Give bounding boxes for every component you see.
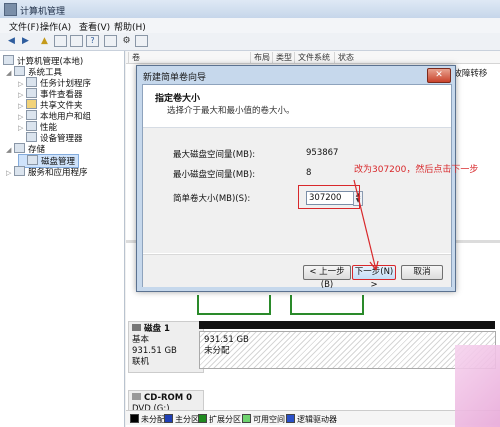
storage-icon (14, 143, 25, 153)
min-space-value: 8 (306, 168, 312, 178)
new-simple-volume-wizard: 新建简单卷向导 ✕ 指定卷大小 选择介于最大和最小值的卷大小。 最大磁盘空间量(… (136, 65, 456, 292)
collapse-arrow-icon: ▷ (18, 113, 24, 121)
max-space-label: 最大磁盘空间量(MB): (173, 150, 256, 160)
legend-swatch (242, 414, 251, 423)
settings-icon[interactable]: ⚙ (120, 35, 133, 47)
max-space-value: 953867 (306, 148, 339, 158)
collapse-arrow-icon: ▷ (18, 124, 24, 132)
menu-action[interactable]: 操作(A) (40, 20, 71, 33)
legend-swatch (286, 414, 295, 423)
menu-file[interactable]: 文件(F) (9, 20, 39, 33)
device-icon (26, 132, 37, 142)
cdrom-icon (132, 393, 141, 400)
up-icon[interactable]: ▲ (38, 35, 51, 47)
tools-icon (14, 66, 25, 76)
users-icon (26, 110, 37, 120)
col-filesystem[interactable]: 文件系统 (294, 52, 330, 63)
show-hide-tree-icon[interactable] (54, 35, 67, 47)
menu-bar: 文件(F) 操作(A) 查看(V) 帮助(H) (0, 18, 500, 34)
computer-icon (3, 55, 14, 65)
disk-icon (27, 155, 38, 165)
dialog-body: 指定卷大小 选择介于最大和最小值的卷大小。 最大磁盘空间量(MB): 95386… (142, 84, 452, 290)
collapse-arrow-icon: ▷ (18, 102, 24, 110)
collapse-arrow-icon: ▷ (18, 91, 24, 99)
legend-free-space: 可用空间 (242, 414, 285, 425)
col-type[interactable]: 类型 (272, 52, 292, 63)
cancel-button[interactable]: 取消 (401, 265, 443, 280)
selected-partition-outline-2 (290, 295, 364, 315)
dialog-footer: < 上一步(B) 下一步(N) > 取消 (143, 254, 451, 290)
legend-extended: 扩展分区 (198, 414, 241, 425)
col-status[interactable]: 状态 (334, 52, 354, 63)
window-title: 计算机管理 (20, 7, 66, 17)
tree-item-services[interactable]: ▷ 服务和应用程序 (6, 166, 88, 178)
collapse-arrow-icon: ▷ (18, 80, 24, 88)
back-icon[interactable]: ◀ (5, 35, 18, 47)
legend-unallocated: 未分配 (130, 414, 165, 425)
menu-help[interactable]: 帮助(H) (114, 20, 146, 33)
disk1-unallocated-volume[interactable]: 931.51 GB 未分配 (199, 331, 496, 369)
dialog-title: 新建简单卷向导 (143, 73, 207, 83)
properties-icon[interactable] (70, 35, 83, 47)
annotation-arrow (353, 179, 379, 271)
column-header: 卷 布局 类型 文件系统 状态 (126, 51, 500, 64)
expand-arrow-icon: ◢ (6, 146, 12, 154)
dialog-subheading: 选择介于最大和最小值的卷大小。 (167, 106, 295, 116)
close-icon[interactable]: ✕ (427, 68, 451, 83)
dialog-content: 最大磁盘空间量(MB): 953867 最小磁盘空间量(MB): 8 简单卷大小… (143, 128, 451, 253)
refresh-icon[interactable] (135, 35, 148, 47)
folder-icon (26, 99, 37, 109)
services-icon (14, 166, 25, 176)
col-volume[interactable]: 卷 (128, 52, 140, 63)
clock-icon (26, 77, 37, 87)
dialog-heading: 指定卷大小 (155, 94, 201, 104)
view-icon[interactable] (104, 35, 117, 47)
legend-swatch (164, 414, 173, 423)
expand-arrow-icon: ◢ (6, 69, 12, 77)
computer-management-icon (4, 3, 17, 16)
legend: 未分配 主分区 扩展分区 可用空间 逻辑驱动器 (126, 410, 500, 425)
dialog-header: 指定卷大小 选择介于最大和最小值的卷大小。 (143, 85, 451, 128)
menu-view[interactable]: 查看(V) (79, 20, 110, 33)
event-icon (26, 88, 37, 98)
legend-logical-drive: 逻辑驱动器 (286, 414, 337, 425)
forward-icon[interactable]: ▶ (19, 35, 32, 47)
toolbar: ◀ ▶ ▲ ? ⚙ (0, 33, 500, 51)
collapse-arrow-icon: ▷ (6, 169, 12, 177)
unallocated-bar (199, 321, 495, 329)
help-icon[interactable]: ? (86, 35, 99, 47)
disk1-label[interactable]: 磁盘 1 基本 931.51 GB 联机 (128, 321, 204, 373)
min-space-label: 最小磁盘空间量(MB): (173, 170, 256, 180)
selected-partition-outline (197, 295, 271, 315)
watermark-logo (455, 345, 500, 427)
legend-swatch (198, 414, 207, 423)
legend-primary: 主分区 (164, 414, 199, 425)
disk-icon (132, 324, 141, 331)
legend-swatch (130, 414, 139, 423)
title-bar: 计算机管理 (0, 0, 500, 19)
performance-icon (26, 121, 37, 131)
col-layout[interactable]: 布局 (250, 52, 270, 63)
volume-size-label: 简单卷大小(MB)(S): (173, 194, 251, 204)
navigation-tree: 计算机管理(本地) ◢ 系统工具 ▷ 任务计划程序 ▷ 事件查看器 ▷ 共享文件夹 ▷ 本… (0, 51, 125, 427)
